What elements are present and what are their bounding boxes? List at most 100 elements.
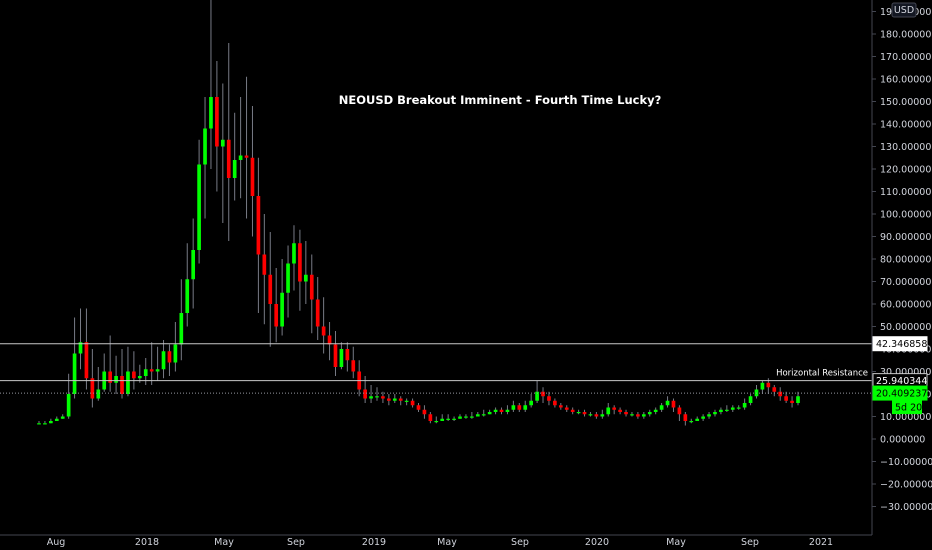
- candle-body: [446, 418, 450, 420]
- candle-body: [748, 396, 753, 403]
- candle-body: [90, 378, 95, 399]
- x-tick-label: 2020: [585, 537, 609, 548]
- candle-body: [203, 128, 207, 165]
- candle-body: [387, 398, 391, 401]
- x-tick-label: May: [214, 537, 234, 548]
- horizontal-line-annotation: Horizontal Resistance: [776, 369, 868, 379]
- candle-body: [600, 414, 605, 417]
- price-tag-resistance-2-text: 25.940344: [876, 376, 927, 387]
- candle-body: [683, 414, 688, 421]
- price-chart[interactable]: Horizontal Resistance −30.000000 −20.0000…: [0, 0, 932, 550]
- candle-body: [493, 409, 498, 412]
- candle-body: [766, 382, 771, 388]
- candle-body: [725, 409, 729, 411]
- candle-body: [185, 279, 190, 313]
- candle-body: [298, 243, 302, 282]
- candle-body: [564, 407, 569, 410]
- x-tick-label: 2021: [809, 537, 833, 548]
- x-tick-label: Aug: [47, 537, 66, 548]
- price-tag-current[interactable]: 20.409237: [872, 385, 928, 401]
- candle-body: [742, 403, 747, 408]
- candle-body: [523, 405, 528, 410]
- y-tick-label: −20.000000: [880, 480, 932, 491]
- candle-body: [369, 396, 373, 399]
- candle-body: [345, 349, 350, 361]
- candle-body: [499, 409, 504, 412]
- candle-body: [736, 407, 741, 409]
- price-tag-current-text: 20.409237: [876, 389, 927, 400]
- candle-body: [606, 407, 611, 415]
- candle-body: [547, 396, 551, 401]
- candle-body: [730, 407, 735, 410]
- candle-body: [778, 391, 783, 397]
- candle-body: [612, 407, 617, 410]
- candle-body: [582, 412, 587, 415]
- x-tick-label: Sep: [741, 537, 759, 548]
- candle-body: [286, 263, 290, 293]
- candle-body: [197, 164, 201, 250]
- candle-body: [238, 155, 243, 160]
- y-tick-label: −30.000000: [880, 502, 932, 513]
- candle-body: [398, 398, 403, 401]
- candle-body: [60, 416, 65, 419]
- candle-body: [588, 414, 593, 416]
- candle-body: [215, 97, 219, 147]
- candle-body: [713, 412, 717, 415]
- candle-body: [665, 400, 670, 406]
- candle-body: [280, 292, 284, 327]
- chart-title: NEOUSD Breakout Imminent - Fourth Time L…: [339, 93, 662, 107]
- candle-body: [54, 418, 59, 421]
- candle-body: [43, 423, 47, 425]
- candle-body: [541, 391, 545, 397]
- candle-body: [553, 400, 557, 406]
- candle-body: [594, 414, 599, 417]
- candle-body: [618, 409, 622, 412]
- price-tag-resistance-1-text: 42.346858: [876, 339, 927, 350]
- candle-body: [641, 414, 646, 417]
- candle-body: [719, 409, 723, 412]
- candle-body: [114, 376, 118, 383]
- candle-body: [66, 394, 71, 417]
- currency-badge[interactable]: USD: [891, 2, 917, 18]
- x-tick-label: 2018: [135, 537, 159, 548]
- candle-body: [126, 371, 130, 394]
- candle-body: [262, 254, 267, 275]
- candle-body: [475, 414, 480, 417]
- price-tag-resistance-1[interactable]: 42.346858: [872, 336, 928, 352]
- candle-body: [796, 396, 800, 403]
- candle-body: [422, 409, 427, 415]
- candle-body: [428, 414, 433, 421]
- candle-body: [558, 405, 563, 408]
- candle-body: [760, 382, 765, 390]
- candle-body: [327, 335, 332, 345]
- y-tick-label: 150.000000: [880, 97, 932, 108]
- y-tick-label: 80.000000: [880, 255, 931, 266]
- price-tag-resistance-2[interactable]: 25.940344: [872, 373, 928, 389]
- candle-body: [659, 405, 664, 410]
- y-axis-ticks: −30.000000 −20.000000 −10.000000 0.000000 10…: [872, 7, 932, 513]
- candle-body: [404, 400, 409, 402]
- x-tick-label: May: [437, 537, 457, 548]
- candle-body: [244, 155, 249, 158]
- candle-body: [179, 313, 184, 345]
- candle-body: [143, 369, 148, 376]
- y-tick-label: 60.000000: [880, 300, 931, 311]
- candle-body: [784, 396, 788, 401]
- y-tick-label: 100.000000: [880, 210, 932, 221]
- candle-body: [173, 344, 178, 363]
- candle-body: [416, 405, 421, 410]
- candle-body: [149, 369, 154, 372]
- candle-body: [570, 409, 575, 412]
- candle-body: [653, 409, 658, 412]
- candle-body: [333, 344, 338, 367]
- y-tick-label: 50.000000: [880, 322, 931, 333]
- countdown-text: 5d 20h: [895, 403, 928, 414]
- candle-body: [487, 412, 492, 415]
- x-tick-label: 2019: [362, 537, 386, 548]
- candle-body: [268, 274, 273, 304]
- candle-body: [392, 398, 397, 401]
- candle-body: [458, 416, 462, 419]
- candle-body: [155, 369, 160, 372]
- candle-body: [232, 160, 237, 178]
- y-tick-label: 130.000000: [880, 142, 932, 153]
